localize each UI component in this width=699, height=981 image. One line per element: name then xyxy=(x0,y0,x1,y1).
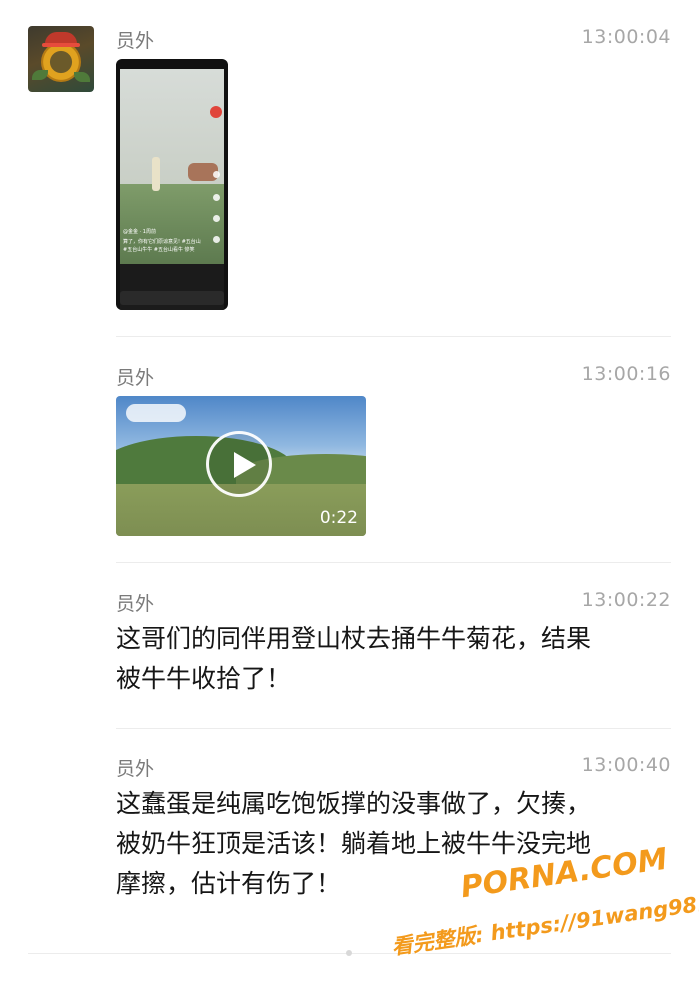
star-icon xyxy=(213,215,220,222)
sender-avatar[interactable] xyxy=(28,26,94,92)
sender-name[interactable]: 员外 xyxy=(116,363,154,390)
caption-line: 算了，你有它们原谅意见! #五台山 xyxy=(123,239,201,245)
video-attachment[interactable]: 0:22 xyxy=(116,396,366,536)
message-time: 13:00:22 xyxy=(581,589,671,611)
sender-name[interactable]: 员外 xyxy=(116,26,154,53)
video-cloud xyxy=(126,404,186,422)
phone-comment-bar xyxy=(120,291,224,305)
image-attachment[interactable]: @金金 · 1周前 算了，你有它们原谅意见! #五台山 #五台山牛牛 #五台山看… xyxy=(116,59,228,310)
video-duration: 0:22 xyxy=(319,508,358,528)
sender-name[interactable]: 员外 xyxy=(116,754,154,781)
caption-line: #五台山牛牛 #五台山看牛 惨笑 xyxy=(123,247,195,253)
sender-name[interactable]: 员外 xyxy=(116,589,154,616)
play-icon[interactable] xyxy=(206,431,272,497)
hiker-figure xyxy=(152,157,160,191)
share-icon xyxy=(213,236,220,243)
follow-button-icon xyxy=(210,106,222,118)
comment-icon xyxy=(213,194,220,201)
hat-band xyxy=(42,43,80,47)
message-time: 13:00:04 xyxy=(581,26,671,48)
caption-line: @金金 · 1周前 xyxy=(123,229,156,235)
phone-status-bar xyxy=(122,61,222,68)
message-divider xyxy=(116,562,671,563)
leaf-left xyxy=(32,70,48,80)
message-divider xyxy=(116,336,671,337)
message-time: 13:00:40 xyxy=(581,754,671,776)
leaf-right xyxy=(74,72,90,82)
page-dot xyxy=(346,950,352,956)
message-time: 13:00:16 xyxy=(581,363,671,385)
message-divider xyxy=(116,728,671,729)
like-icon xyxy=(213,171,220,178)
message-text: 这哥们的同伴用登山杖去捅牛牛菊花，结果 被牛牛收拾了！ xyxy=(116,624,592,693)
